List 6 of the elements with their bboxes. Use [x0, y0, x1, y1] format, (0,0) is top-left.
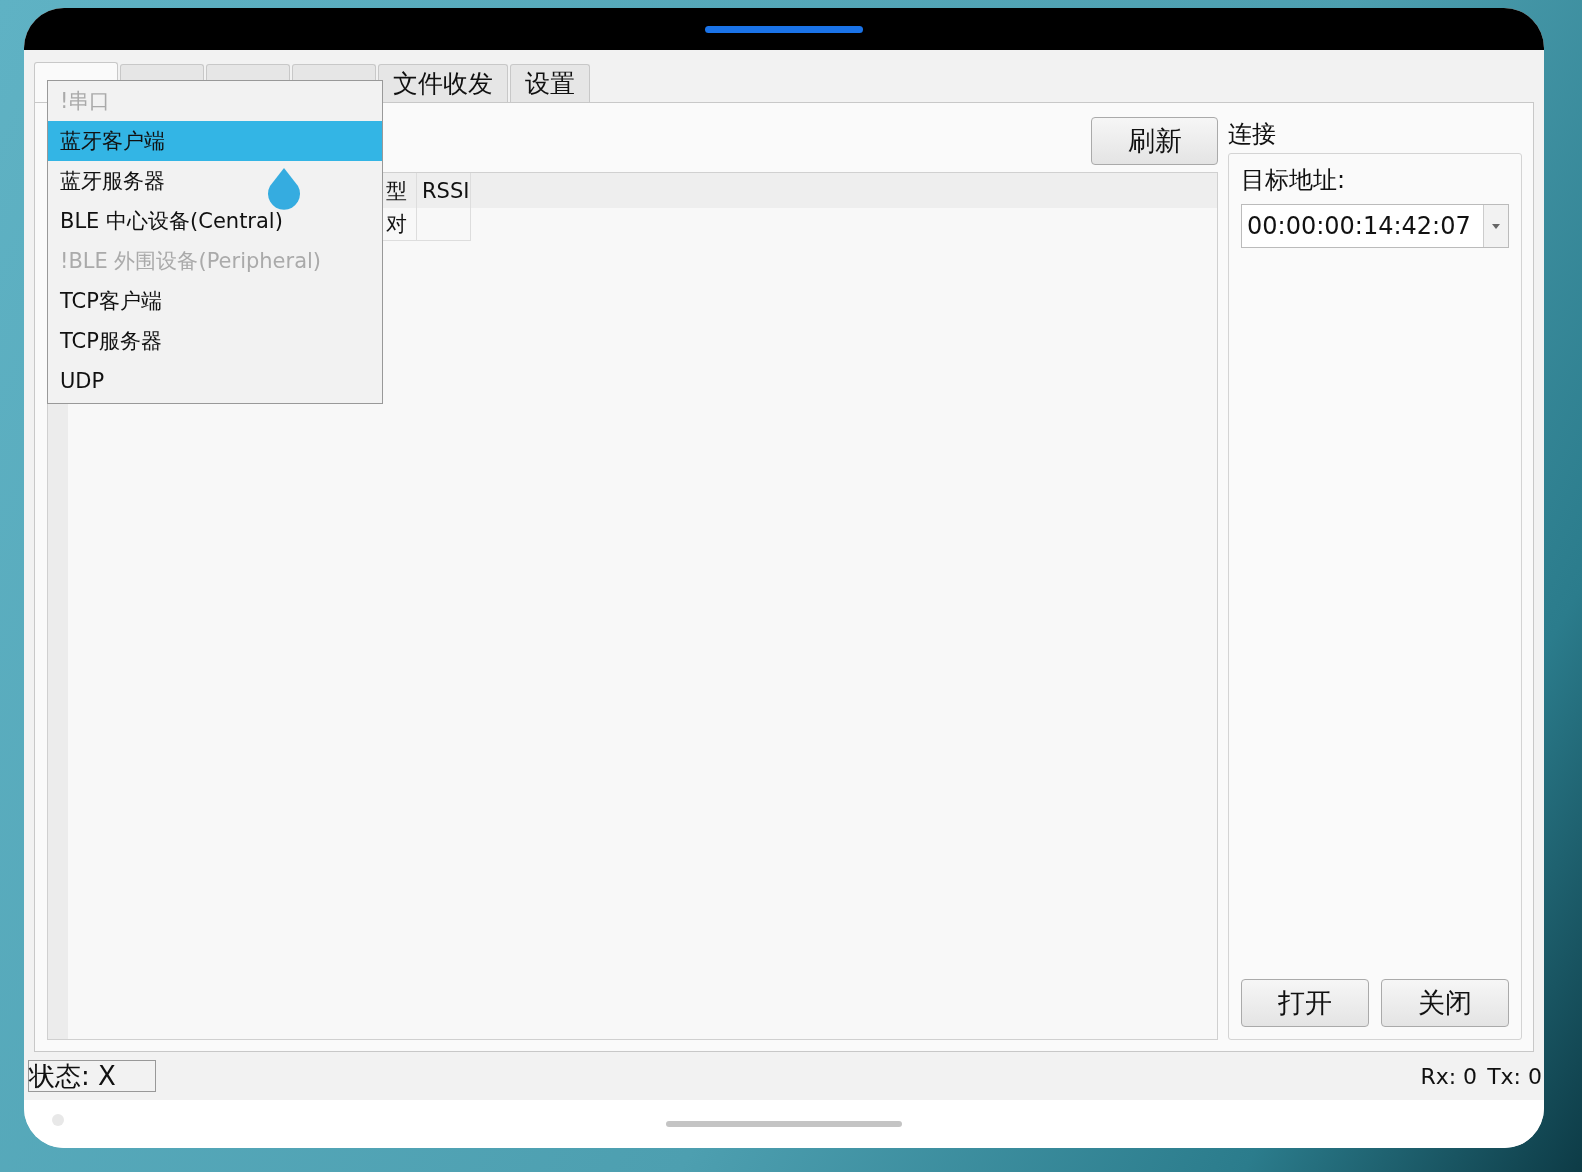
rx-count: Rx: 0 — [1420, 1063, 1478, 1089]
status-label: 状态: X — [28, 1060, 156, 1092]
group-title: 连接 — [1228, 119, 1277, 150]
tx-count: Tx: 0 — [1487, 1063, 1542, 1089]
column-header: RSSI — [417, 173, 471, 208]
address-label: 目标地址: — [1241, 165, 1347, 196]
